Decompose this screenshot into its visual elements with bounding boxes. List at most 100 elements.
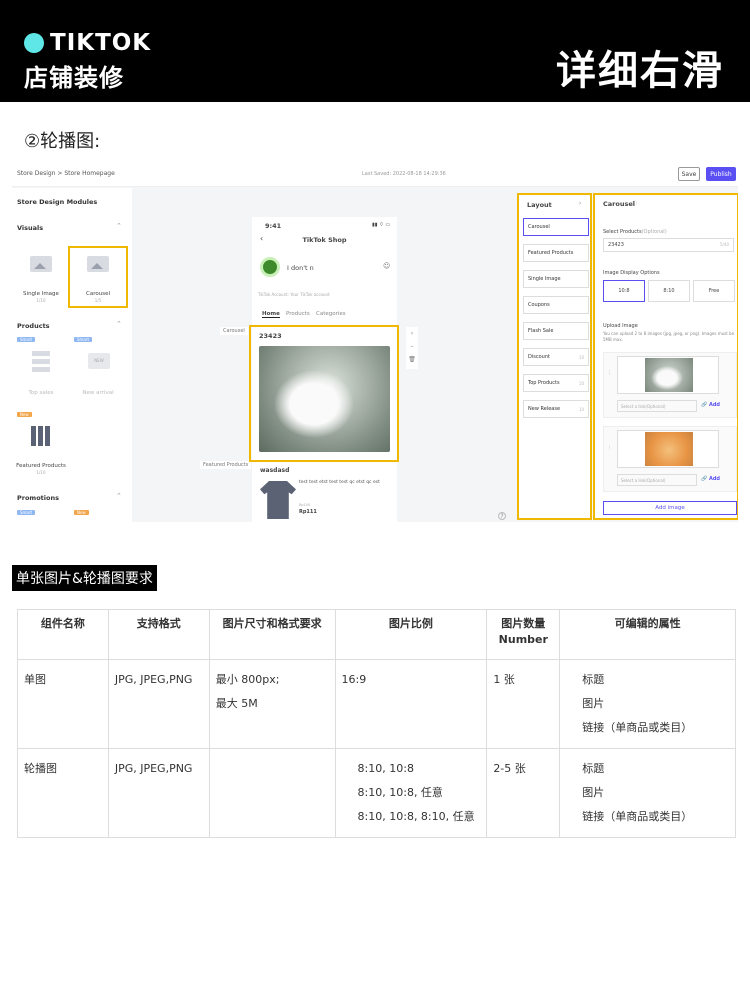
drag-icon[interactable]: ⋮: [607, 445, 612, 451]
breadcrumb[interactable]: Store Design > Store Homepage: [17, 170, 115, 177]
uploaded-cat-image-1: [645, 358, 693, 392]
carousel-label: Carousel: [86, 291, 110, 297]
smile-icon[interactable]: ☺: [383, 262, 390, 270]
layout-item-new-release[interactable]: New Release 10: [523, 400, 589, 418]
layout-item-single-image[interactable]: Single Image: [523, 270, 589, 288]
publish-button[interactable]: Publish: [706, 167, 736, 181]
table-row: 单图 JPG, JPEG,PNG 最小 800px; 最大 5M 16:9 1 张…: [17, 659, 736, 749]
modules-title: Store Design Modules: [17, 198, 98, 206]
upload-image-label: Upload Image: [603, 323, 638, 329]
help-icon[interactable]: ?: [498, 512, 506, 520]
display-options-label: Image Display Options: [603, 270, 660, 276]
carousel-icon[interactable]: [87, 256, 109, 272]
canvas-tools[interactable]: ‹ – 🗑: [406, 327, 418, 369]
add-image-button[interactable]: Add image: [603, 501, 737, 515]
layout-item-coupons[interactable]: Coupons: [523, 296, 589, 314]
new-arrival-icon[interactable]: NEW: [88, 353, 110, 369]
cell-attrs: 标题 图片 链接（单商品或类目）: [559, 748, 736, 838]
cell-size: 最小 800px; 最大 5M: [208, 659, 336, 749]
featured-products-label: Featured Products: [16, 463, 66, 469]
layout-title: Layout: [527, 201, 552, 209]
col-header-size: 图片尺寸和格式要求: [208, 609, 336, 660]
cell-ratio: 8:10, 10:8 8:10, 10:8, 任意 8:10, 10:8, 8:10…: [334, 748, 488, 838]
tab-categories[interactable]: Categories: [316, 311, 346, 317]
tab-products[interactable]: Products: [286, 311, 310, 317]
phone-time: 9:41: [265, 222, 282, 230]
requirements-title: 单张图片&轮播图要求: [12, 565, 157, 591]
ratio-free-option[interactable]: Free: [693, 280, 735, 302]
cell-size: [208, 748, 336, 838]
select-products-input[interactable]: 23423 5/40: [603, 238, 734, 252]
carousel-cat-image: [259, 346, 390, 452]
new-tag: New: [74, 510, 89, 515]
top-sales-label: Top sales: [28, 390, 54, 396]
chevron-up-icon[interactable]: ⌃: [116, 320, 122, 328]
link-input-2[interactable]: Select a link(Optional): [617, 474, 697, 486]
modules-panel: Store Design Modules Visuals ⌃ Single Im…: [12, 188, 132, 522]
table-header-row: 组件名称 支持格式 图片尺寸和格式要求 图片比例 图片数量 Number 可编辑的…: [17, 609, 736, 660]
product-desc: test test etst test test qc etst qc est: [299, 480, 380, 485]
single-image-icon[interactable]: [30, 256, 52, 272]
canvas-featured-label: Featured Products: [200, 461, 252, 469]
account-text: TikTok Account: Your TikTok account: [258, 292, 330, 297]
header-subtitle: 店铺装修: [24, 64, 124, 92]
new-arrival-label: New arrival: [82, 390, 114, 396]
chevron-right-icon[interactable]: ›: [579, 200, 581, 207]
info-icon: ⓘ: [632, 201, 638, 207]
carousel-count: 1/5: [94, 298, 102, 303]
cell-count: 1 张: [486, 659, 561, 749]
featured-products-count: 1/10: [36, 470, 46, 475]
tab-home[interactable]: Home: [262, 311, 280, 318]
brand-dot-icon: [24, 33, 44, 53]
section-title: ②轮播图:: [24, 131, 101, 152]
smart-tag: Smart: [17, 337, 36, 342]
top-sales-icon[interactable]: [32, 351, 50, 375]
col-header-count: 图片数量 Number: [486, 609, 561, 660]
new-tag: New: [17, 412, 32, 417]
shop-name: I don't n: [287, 264, 314, 272]
smart-tag: Smart: [17, 510, 36, 515]
layout-item-top-products[interactable]: Top Products 10: [523, 374, 589, 392]
cell-attrs: 标题 图片 链接（单商品或类目）: [559, 659, 736, 749]
link-input-1[interactable]: Select a link(Optional): [617, 400, 697, 412]
add-link-button-2[interactable]: 🔗 Add: [701, 476, 720, 482]
select-products-label: Select Products(Optional): [603, 229, 667, 235]
single-image-label: Single Image: [23, 291, 59, 297]
products-header[interactable]: Products: [17, 322, 50, 330]
drag-icon[interactable]: ⋮: [607, 370, 612, 376]
layout-item-flash-sale[interactable]: Flash Sale: [523, 322, 589, 340]
phone-preview: 9:41 ▮▮ ⌔ ▭ ‹ TikTok Shop I don't n ☺ Ti…: [249, 217, 399, 522]
visuals-header[interactable]: Visuals: [17, 224, 43, 232]
header-right-title: 详细右滑: [556, 48, 724, 94]
store-design-screenshot: Store Design > Store Homepage Last Saved…: [12, 160, 738, 522]
col-header-attrs: 可编辑的属性: [559, 609, 736, 660]
last-saved: Last Saved: 2022-08-18 14:29:36: [362, 171, 446, 177]
product-price: Rp111: [299, 509, 317, 515]
layout-panel: Layout › Carousel Featured Products Sing…: [517, 193, 592, 520]
carousel-settings-panel: Carousel ⓘ Select Products(Optional) 234…: [593, 193, 738, 520]
layout-item-carousel[interactable]: Carousel: [523, 218, 589, 236]
layout-item-featured-products[interactable]: Featured Products: [523, 244, 589, 262]
featured-products-icon[interactable]: [31, 426, 51, 446]
cell-name: 单图: [17, 659, 109, 749]
add-link-button-1[interactable]: 🔗 Add: [701, 402, 720, 408]
ratio-8-10-option[interactable]: 8:10: [648, 280, 690, 302]
brand: TIKTOK: [24, 30, 151, 56]
brand-name: TIKTOK: [50, 30, 152, 56]
table-row: 轮播图 JPG, JPEG,PNG 8:10, 10:8 8:10, 10:8, …: [17, 748, 736, 838]
promotions-header[interactable]: Promotions: [17, 494, 59, 502]
product-title: wasdasd: [260, 467, 290, 474]
smart-tag: Smart: [74, 337, 93, 342]
canvas-carousel-label: Carousel: [220, 327, 248, 335]
settings-title: Carousel: [603, 200, 635, 208]
upload-hint: You can upload 2 to 8 images (jpg, jpeg,…: [603, 331, 735, 342]
save-button[interactable]: Save: [678, 167, 700, 181]
chevron-up-icon[interactable]: ⌃: [116, 492, 122, 500]
cell-format: JPG, JPEG,PNG: [107, 748, 210, 838]
chevron-up-icon[interactable]: ⌃: [116, 222, 122, 230]
product-label: Rp100: [299, 503, 311, 507]
ratio-10-8-option[interactable]: 10:8: [603, 280, 645, 302]
layout-item-discount[interactable]: Discount 10: [523, 348, 589, 366]
cell-ratio: 16:9: [334, 659, 488, 749]
col-header-format: 支持格式: [107, 609, 210, 660]
